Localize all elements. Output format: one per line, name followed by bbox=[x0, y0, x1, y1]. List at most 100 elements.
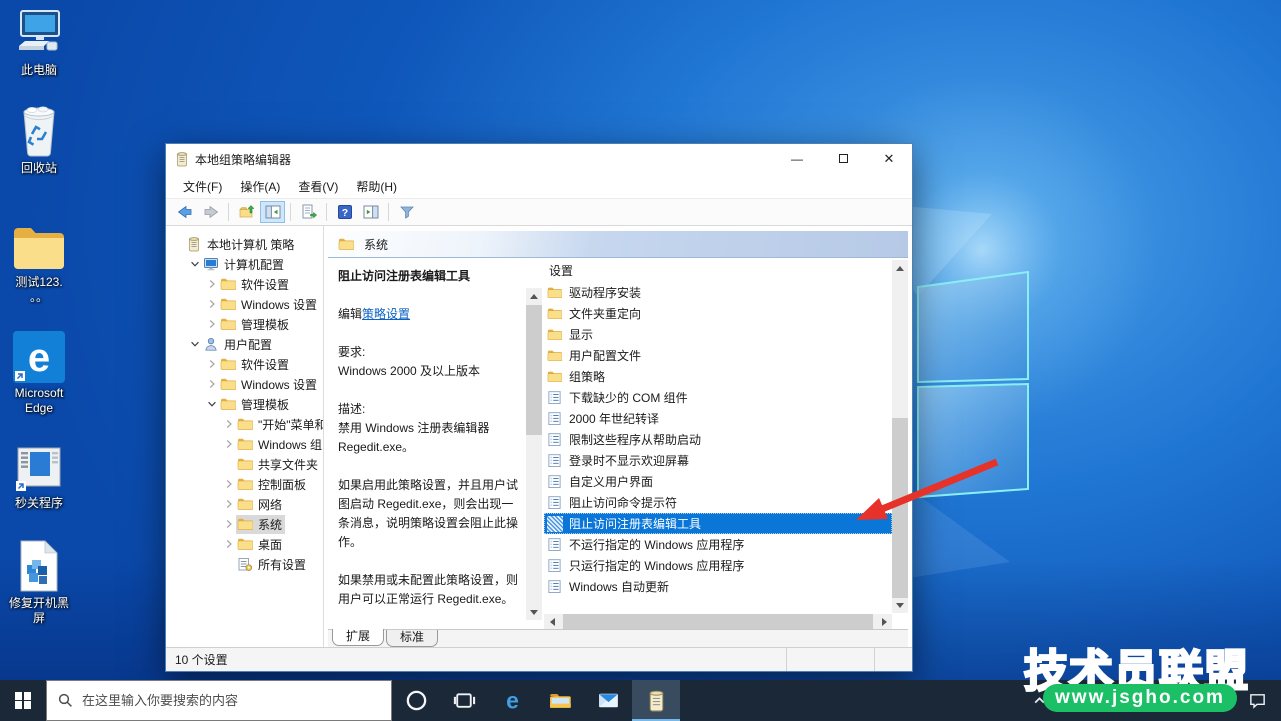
settings-column-header[interactable]: 设置 bbox=[544, 258, 892, 282]
expand-chevron-icon[interactable] bbox=[205, 377, 219, 391]
up-one-level-icon[interactable] bbox=[234, 201, 259, 223]
tree-item-"开始"菜单和[interactable]: "开始"菜单和 bbox=[167, 414, 323, 434]
desktop-icon-fix-black-screen[interactable]: 修复开机黑屏 bbox=[0, 537, 78, 626]
setting-row-文件夹重定向[interactable]: 文件夹重定向 bbox=[544, 303, 892, 324]
setting-row-阻止访问命令提示符[interactable]: 阻止访问命令提示符 bbox=[544, 492, 892, 513]
setting-label: Windows 自动更新 bbox=[569, 578, 669, 595]
desktop-icon-quick-close-app[interactable]: 秒关程序 bbox=[0, 437, 78, 511]
window-title: 本地组策略编辑器 bbox=[195, 151, 291, 168]
expand-chevron-icon[interactable] bbox=[205, 297, 219, 311]
setting-row-不运行指定的 Windows 应用程序[interactable]: 不运行指定的 Windows 应用程序 bbox=[544, 534, 892, 555]
menu-文件F[interactable]: 文件(F) bbox=[174, 175, 231, 198]
policy-icon bbox=[547, 432, 563, 448]
tree-item-软件设置[interactable]: 软件设置 bbox=[167, 354, 323, 374]
export-list-icon[interactable] bbox=[296, 201, 321, 223]
policy-icon bbox=[547, 558, 563, 574]
tree-item-共享文件夹[interactable]: 共享文件夹 bbox=[167, 454, 323, 474]
folder-icon bbox=[547, 327, 563, 343]
setting-row-显示[interactable]: 显示 bbox=[544, 324, 892, 345]
expand-chevron-icon[interactable] bbox=[205, 277, 219, 291]
tree-item-桌面[interactable]: 桌面 bbox=[167, 534, 323, 554]
settings-list-hscrollbar[interactable] bbox=[544, 614, 892, 629]
setting-row-阻止访问注册表编辑工具[interactable]: 阻止访问注册表编辑工具 bbox=[544, 513, 892, 534]
taskbar-app-gpedit[interactable] bbox=[632, 680, 680, 721]
collapse-chevron-icon[interactable] bbox=[188, 337, 202, 351]
menu-bar: 文件(F)操作(A)查看(V)帮助(H) bbox=[166, 174, 912, 199]
show-action-pane-icon[interactable] bbox=[358, 201, 383, 223]
back-icon[interactable] bbox=[172, 201, 197, 223]
taskbar-app-task-view[interactable] bbox=[440, 680, 488, 721]
forward-icon[interactable] bbox=[198, 201, 223, 223]
menu-查看V[interactable]: 查看(V) bbox=[289, 175, 347, 198]
tree-item-软件设置[interactable]: 软件设置 bbox=[167, 274, 323, 294]
expand-chevron-icon[interactable] bbox=[222, 477, 236, 491]
setting-row-组策略[interactable]: 组策略 bbox=[544, 366, 892, 387]
expand-chevron-icon[interactable] bbox=[222, 517, 236, 531]
help-icon[interactable]: ? bbox=[332, 201, 357, 223]
menu-帮助H[interactable]: 帮助(H) bbox=[347, 175, 406, 198]
desktop-icon-this-pc[interactable]: 此电脑 bbox=[0, 4, 78, 78]
expand-chevron-icon[interactable] bbox=[222, 417, 236, 431]
setting-row-下载缺少的 COM 组件[interactable]: 下载缺少的 COM 组件 bbox=[544, 387, 892, 408]
expand-chevron-icon[interactable] bbox=[222, 497, 236, 511]
tree-item-Windows 设置[interactable]: Windows 设置 bbox=[167, 374, 323, 394]
desktop-icon-label: 测试123.。。 bbox=[0, 275, 78, 305]
setting-label: 组策略 bbox=[569, 368, 605, 385]
description-scrollbar[interactable] bbox=[526, 288, 542, 620]
policy-settings-link[interactable]: 策略设置 bbox=[362, 307, 410, 321]
tree-item-Windows 组[interactable]: Windows 组 bbox=[167, 434, 323, 454]
tree-item-系统[interactable]: 系统 bbox=[167, 514, 323, 534]
setting-row-用户配置文件[interactable]: 用户配置文件 bbox=[544, 345, 892, 366]
desktop-icon-microsoft-edge[interactable]: eMicrosoftEdge bbox=[0, 327, 78, 416]
folder-icon bbox=[237, 476, 253, 492]
show-console-tree-icon[interactable] bbox=[260, 201, 285, 223]
status-text: 10 个设置 bbox=[166, 651, 786, 668]
expand-chevron-icon[interactable] bbox=[222, 537, 236, 551]
setting-row-限制这些程序从帮助启动[interactable]: 限制这些程序从帮助启动 bbox=[544, 429, 892, 450]
action-center-icon[interactable] bbox=[1248, 691, 1267, 710]
menu-操作A[interactable]: 操作(A) bbox=[231, 175, 289, 198]
minimize-button[interactable]: — bbox=[774, 144, 820, 173]
tree-item-本地计算机 策略[interactable]: 本地计算机 策略 bbox=[167, 234, 323, 254]
tree-item-Windows 设置[interactable]: Windows 设置 bbox=[167, 294, 323, 314]
maximize-button[interactable] bbox=[820, 144, 866, 173]
setting-row-登录时不显示欢迎屏幕[interactable]: 登录时不显示欢迎屏幕 bbox=[544, 450, 892, 471]
filter-icon[interactable] bbox=[394, 201, 419, 223]
tab-扩展[interactable]: 扩展 bbox=[332, 629, 384, 646]
status-bar: 10 个设置 bbox=[166, 647, 912, 671]
setting-row-2000 年世纪转译[interactable]: 2000 年世纪转译 bbox=[544, 408, 892, 429]
title-bar[interactable]: 本地组策略编辑器 — ✕ bbox=[166, 144, 912, 174]
tree-item-计算机配置[interactable]: 计算机配置 bbox=[167, 254, 323, 274]
taskbar-search[interactable] bbox=[46, 680, 392, 721]
close-button[interactable]: ✕ bbox=[866, 144, 912, 173]
folder-icon bbox=[237, 416, 253, 432]
desktop-icon-test-folder[interactable]: 测试123.。。 bbox=[0, 216, 78, 305]
collapse-chevron-icon[interactable] bbox=[188, 257, 202, 271]
tree-item-用户配置[interactable]: 用户配置 bbox=[167, 334, 323, 354]
search-input[interactable] bbox=[82, 693, 352, 708]
taskbar-app-edge[interactable]: e bbox=[488, 680, 536, 721]
result-pane-header: 系统 bbox=[328, 231, 908, 258]
expand-chevron-icon[interactable] bbox=[222, 437, 236, 451]
setting-row-自定义用户界面[interactable]: 自定义用户界面 bbox=[544, 471, 892, 492]
collapse-chevron-icon[interactable] bbox=[205, 397, 219, 411]
setting-row-Windows 自动更新[interactable]: Windows 自动更新 bbox=[544, 576, 892, 597]
expand-chevron-icon[interactable] bbox=[205, 317, 219, 331]
tree-item-管理模板[interactable]: 管理模板 bbox=[167, 394, 323, 414]
tree-item-label: 共享文件夹 bbox=[258, 456, 318, 473]
tree-item-所有设置[interactable]: 所有设置 bbox=[167, 554, 323, 574]
tree-item-管理模板[interactable]: 管理模板 bbox=[167, 314, 323, 334]
start-button[interactable] bbox=[0, 680, 46, 721]
tab-标准[interactable]: 标准 bbox=[386, 630, 438, 647]
settings-list-vscrollbar[interactable] bbox=[892, 260, 908, 613]
desktop-icon-recycle-bin[interactable]: 回收站 bbox=[0, 102, 78, 176]
tree-item-网络[interactable]: 网络 bbox=[167, 494, 323, 514]
taskbar-app-file-explorer[interactable] bbox=[536, 680, 584, 721]
taskbar-app-cortana[interactable] bbox=[392, 680, 440, 721]
tree-item-控制面板[interactable]: 控制面板 bbox=[167, 474, 323, 494]
taskbar-app-mail[interactable] bbox=[584, 680, 632, 721]
expand-chevron-icon[interactable] bbox=[205, 357, 219, 371]
windows-logo-icon bbox=[15, 692, 32, 709]
setting-row-只运行指定的 Windows 应用程序[interactable]: 只运行指定的 Windows 应用程序 bbox=[544, 555, 892, 576]
setting-row-驱动程序安装[interactable]: 驱动程序安装 bbox=[544, 282, 892, 303]
